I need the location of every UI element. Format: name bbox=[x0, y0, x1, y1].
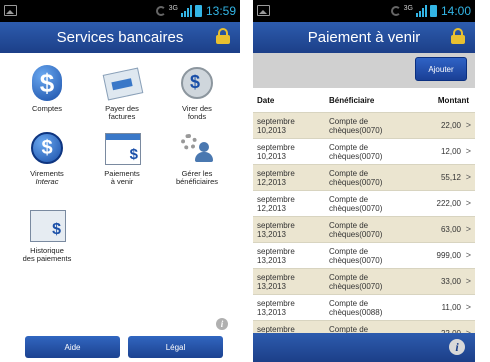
menu-item-label: Virer des fonds bbox=[182, 104, 212, 121]
status-time: 14:00 bbox=[440, 4, 471, 18]
signal-icon bbox=[180, 5, 192, 17]
envelope-icon bbox=[102, 63, 144, 103]
menu-item-label: Payer des factures bbox=[105, 104, 139, 121]
info-icon[interactable]: i bbox=[449, 339, 465, 355]
payment-date: septembre 13,2013 bbox=[257, 221, 295, 239]
page-title: Services bancaires bbox=[56, 29, 184, 46]
table-row[interactable]: septembre 13,2013 Compte de chèques(0088) … bbox=[253, 294, 475, 320]
status-time: 13:59 bbox=[205, 4, 236, 18]
action-bar: Ajouter bbox=[253, 53, 475, 88]
payment-amount: 999,00 bbox=[436, 251, 461, 260]
chevron-right-icon: > bbox=[465, 224, 471, 234]
payment-amount: 222,00 bbox=[436, 199, 461, 208]
menu-item-manage-payees[interactable]: Gérer les bénéficiaires bbox=[160, 128, 234, 186]
table-row[interactable]: septembre 13,2013 Compte de chèques(0070) … bbox=[253, 242, 475, 268]
menu-item-payment-history[interactable]: $ Historique des paiements bbox=[10, 205, 84, 263]
history-icon: $ bbox=[27, 205, 67, 245]
add-button[interactable]: Ajouter bbox=[415, 57, 467, 81]
table-row[interactable]: septembre 13,2013 Compte de chèques(0070) … bbox=[253, 268, 475, 294]
battery-icon bbox=[429, 5, 437, 17]
manage-payees-icon bbox=[177, 128, 217, 168]
payment-amount: 11,00 bbox=[441, 303, 461, 312]
payment-date: septembre 12,2013 bbox=[257, 169, 295, 187]
payment-payee: Compte de chèques(0070) bbox=[329, 273, 383, 291]
interac-transfer-icon: $ bbox=[27, 128, 67, 168]
chevron-right-icon: > bbox=[465, 198, 471, 208]
payment-date: septembre 13,2013 bbox=[257, 299, 295, 317]
image-notification-icon bbox=[4, 5, 17, 16]
upcoming-payment-screen: 3G 14:00 Paiement à venir Ajouter Date B… bbox=[253, 0, 475, 362]
menu-item-label: Virements Interac bbox=[30, 169, 64, 186]
menu-item-pay-bills[interactable]: Payer des factures bbox=[85, 63, 159, 121]
status-indicators: 3G 14:00 bbox=[390, 3, 471, 19]
page-title: Paiement à venir bbox=[307, 29, 421, 46]
table-row[interactable]: septembre 10,2013 Compte de chèques(0070) … bbox=[253, 138, 475, 164]
network-type: 3G bbox=[403, 4, 413, 12]
menu-item-transfer-funds[interactable]: $ Virer des fonds bbox=[160, 63, 234, 121]
payment-date: septembre 10,2013 bbox=[257, 143, 295, 161]
chevron-right-icon: > bbox=[465, 302, 471, 312]
payment-date: septembre 10,2013 bbox=[257, 117, 295, 135]
payment-date: septembre 13,2013 bbox=[257, 273, 295, 291]
sync-icon bbox=[155, 6, 166, 16]
payment-date: septembre 13,2013 bbox=[257, 247, 295, 265]
help-button[interactable]: Aide bbox=[25, 336, 120, 358]
payment-amount: 33,00 bbox=[440, 277, 461, 286]
lock-icon[interactable] bbox=[451, 28, 465, 44]
status-indicators: 3G 13:59 bbox=[155, 3, 236, 19]
menu-item-label: Comptes bbox=[31, 104, 62, 113]
menu-item-label: Historique des paiements bbox=[22, 246, 72, 263]
chevron-right-icon: > bbox=[465, 172, 471, 182]
chevron-right-icon: > bbox=[465, 146, 471, 156]
chevron-right-icon: > bbox=[465, 250, 471, 260]
payment-date: septembre 12,2013 bbox=[257, 195, 295, 213]
bottom-bar: i bbox=[253, 333, 475, 362]
table-row[interactable]: septembre 12,2013 Compte de chèques(0070) … bbox=[253, 190, 475, 216]
payment-list: septembre 10,2013 Compte de chèques(0070) … bbox=[253, 112, 475, 346]
table-header: Date Bénéficiaire Montant bbox=[253, 88, 475, 112]
column-header-amount: Montant bbox=[437, 96, 469, 105]
image-notification-icon bbox=[257, 5, 270, 16]
lock-icon[interactable] bbox=[216, 28, 230, 44]
network-type: 3G bbox=[168, 4, 178, 12]
payment-payee: Compte de chèques(0070) bbox=[329, 143, 383, 161]
status-bar: 3G 14:00 bbox=[253, 0, 475, 22]
battery-icon bbox=[194, 5, 202, 17]
signal-icon bbox=[415, 5, 427, 17]
transfer-icon: $ bbox=[177, 63, 217, 103]
payment-payee: Compte de chèques(0070) bbox=[329, 221, 383, 239]
status-bar: 3G 13:59 bbox=[0, 0, 240, 22]
payment-amount: 12,00 bbox=[440, 147, 461, 156]
chevron-right-icon: > bbox=[465, 276, 471, 286]
payment-amount: 63,00 bbox=[440, 225, 461, 234]
menu-item-label: Paiements à venir bbox=[104, 169, 140, 186]
column-header-payee: Bénéficiaire bbox=[329, 96, 375, 105]
calendar-icon: $ bbox=[102, 128, 142, 168]
info-icon[interactable]: i bbox=[216, 318, 228, 330]
payment-amount: 55,12 bbox=[440, 173, 461, 182]
column-header-date: Date bbox=[257, 96, 275, 105]
payment-amount: 22,00 bbox=[440, 121, 461, 130]
menu-item-upcoming-payments[interactable]: $ Paiements à venir bbox=[85, 128, 159, 186]
menu-item-interac-transfers[interactable]: $ Virements Interac bbox=[10, 128, 84, 186]
payment-payee: Compte de chèques(0070) bbox=[329, 195, 383, 213]
payment-payee: Compte de chèques(0070) bbox=[329, 117, 383, 135]
dollar-icon: $ bbox=[27, 63, 67, 103]
payment-payee: Compte de chèques(0088) bbox=[329, 299, 383, 317]
table-row[interactable]: septembre 12,2013 Compte de chèques(0070) … bbox=[253, 164, 475, 190]
chevron-right-icon: > bbox=[465, 120, 471, 130]
title-bar: Services bancaires bbox=[0, 22, 240, 53]
table-row[interactable]: septembre 13,2013 Compte de chèques(0070) … bbox=[253, 216, 475, 242]
payment-payee: Compte de chèques(0070) bbox=[329, 247, 383, 265]
title-bar: Paiement à venir bbox=[253, 22, 475, 53]
payment-payee: Compte de chèques(0070) bbox=[329, 169, 383, 187]
table-row[interactable]: septembre 10,2013 Compte de chèques(0070) … bbox=[253, 112, 475, 138]
menu-item-label: Gérer les bénéficiaires bbox=[175, 169, 219, 186]
sync-icon bbox=[390, 6, 401, 16]
services-screen: 3G 13:59 Services bancaires $ Comptes Pa… bbox=[0, 0, 240, 362]
menu-item-accounts[interactable]: $ Comptes bbox=[10, 63, 84, 113]
legal-button[interactable]: Légal bbox=[128, 336, 223, 358]
